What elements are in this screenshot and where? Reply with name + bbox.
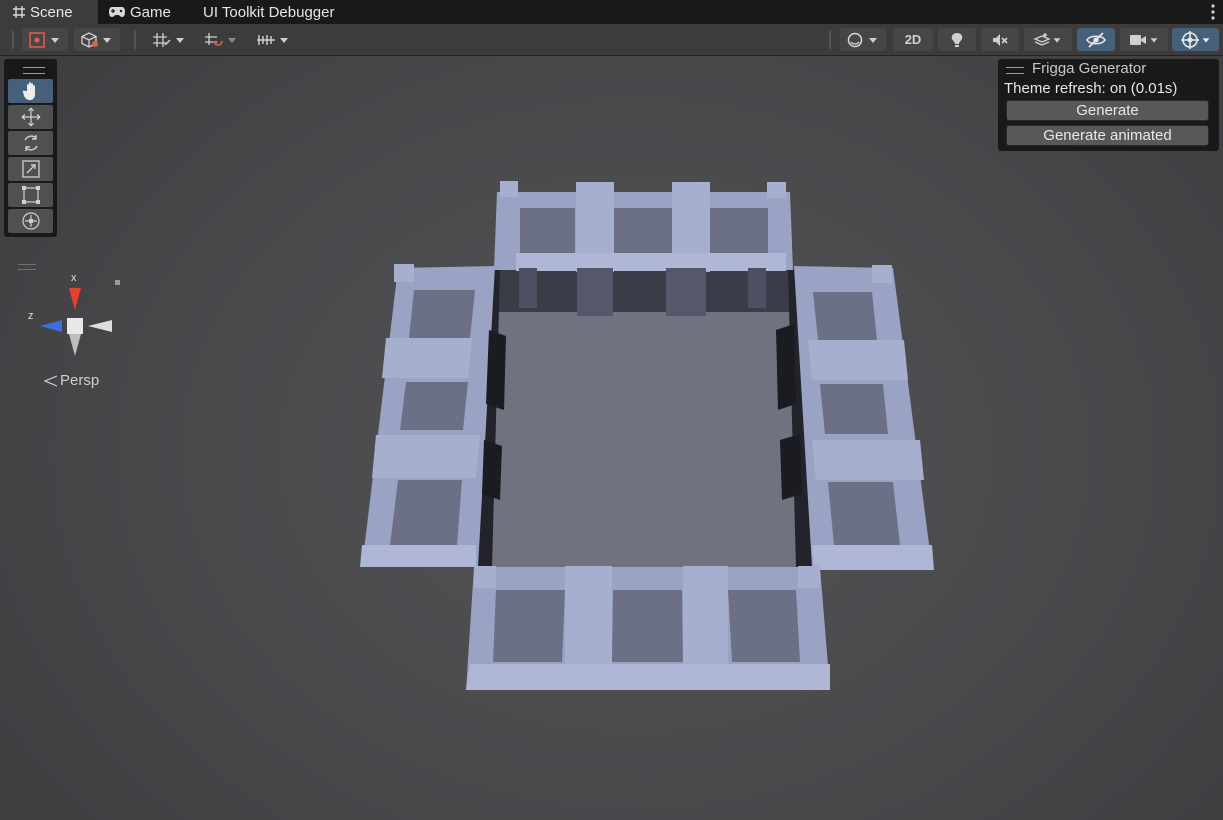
hand-icon	[22, 82, 35, 100]
move-tool-button[interactable]	[8, 105, 53, 129]
chevron-down-icon	[1150, 37, 1158, 43]
toggle-2d-button[interactable]: 2D	[893, 28, 933, 51]
rotate-tool-button[interactable]	[8, 131, 53, 155]
layers-effects-icon	[1033, 32, 1051, 46]
lightbulb-icon	[951, 32, 963, 47]
incremental-snap-button[interactable]	[198, 28, 244, 51]
move-arrows-icon	[21, 107, 40, 127]
ruler-snap-button[interactable]	[250, 28, 296, 51]
scale-tool-button[interactable]	[8, 157, 53, 181]
grid-snapping-button[interactable]	[146, 28, 192, 51]
hand-tool-button[interactable]	[8, 79, 53, 103]
tab-game[interactable]: Game	[108, 0, 171, 24]
scene-grid-icon	[13, 6, 25, 18]
tool-handle-icon	[29, 31, 45, 48]
toolbar-separator	[829, 31, 831, 49]
scene-toolbar: 2D	[0, 24, 1223, 56]
tab-bar: Scene Game UI Toolkit Debugger	[0, 0, 1223, 24]
chevron-down-icon	[1202, 37, 1209, 43]
tab-label: Game	[130, 3, 171, 21]
snap-increment-icon	[205, 32, 223, 46]
tools-palette	[4, 59, 57, 237]
effects-button[interactable]	[1024, 28, 1072, 51]
rotate-icon	[23, 135, 38, 151]
tab-label: UI Toolkit Debugger	[203, 3, 335, 21]
generate-animated-button[interactable]: Generate animated	[1006, 125, 1209, 146]
dungeon-room-model	[360, 181, 934, 690]
speaker-muted-icon	[993, 33, 1008, 46]
chevron-down-icon	[103, 37, 111, 43]
gamepad-icon	[109, 7, 125, 17]
overlay-grip[interactable]	[1006, 67, 1024, 74]
audio-toggle-button[interactable]	[981, 28, 1019, 51]
frigga-generator-overlay: Frigga Generator Theme refresh: on (0.01…	[998, 59, 1219, 151]
transform-icon	[21, 212, 40, 230]
cube-global-icon	[81, 31, 98, 48]
grid-snap-icon	[153, 32, 171, 47]
gizmo-tool-context-button[interactable]	[22, 28, 68, 51]
chevron-down-icon	[51, 37, 59, 43]
z-axis-label: z	[28, 310, 34, 322]
overlay-title: Frigga Generator	[1032, 60, 1147, 77]
rect-tool-button[interactable]	[8, 183, 53, 207]
shaded-sphere-icon	[847, 32, 863, 47]
gizmos-button[interactable]	[1172, 28, 1219, 51]
generate-button[interactable]: Generate	[1006, 100, 1209, 121]
lighting-toggle-button[interactable]	[938, 28, 976, 51]
pivot-rotation-button[interactable]	[74, 28, 120, 51]
gizmo-globe-icon	[1180, 30, 1199, 49]
scene-visibility-button[interactable]	[1077, 28, 1115, 51]
chevron-down-icon	[228, 37, 236, 43]
scale-icon	[21, 160, 40, 178]
projection-toggle[interactable]: Persp	[44, 372, 99, 389]
more-options-icon[interactable]	[1211, 4, 1215, 25]
chevron-down-icon	[869, 37, 877, 43]
chevron-down-icon	[1053, 37, 1061, 43]
scene-viewport[interactable]	[0, 56, 1223, 820]
toggle-2d-label: 2D	[904, 32, 922, 47]
palette-grip[interactable]	[23, 67, 45, 74]
chevron-down-icon	[280, 37, 288, 43]
perspective-icon	[44, 374, 58, 387]
toolbar-separator	[134, 31, 136, 49]
rect-transform-icon	[21, 186, 40, 204]
eye-hidden-icon	[1086, 31, 1106, 48]
camera-settings-button[interactable]	[1120, 28, 1168, 51]
transform-tool-button[interactable]	[8, 209, 53, 233]
tab-scene[interactable]: Scene	[0, 0, 98, 24]
video-camera-icon	[1130, 34, 1146, 45]
chevron-down-icon	[176, 37, 184, 43]
tab-ui-toolkit-debugger[interactable]: UI Toolkit Debugger	[203, 0, 334, 24]
draw-mode-button[interactable]	[840, 28, 886, 51]
projection-label: Persp	[60, 372, 100, 389]
tab-label: Scene	[30, 3, 73, 21]
ruler-icon	[257, 34, 275, 45]
toolbar-grip	[12, 31, 14, 49]
x-axis-label: x	[71, 272, 77, 284]
theme-refresh-status: Theme refresh: on (0.01s)	[1004, 80, 1178, 97]
